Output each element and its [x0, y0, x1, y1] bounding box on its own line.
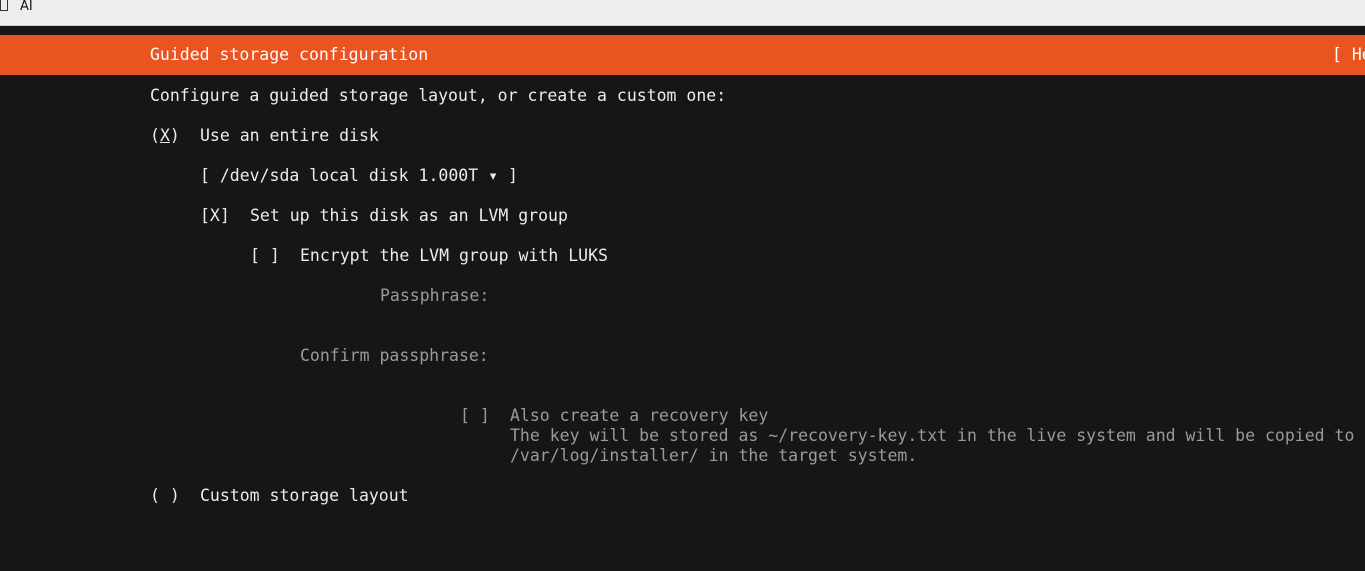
help-button[interactable]: [ He — [1332, 45, 1365, 64]
app-icon — [0, 0, 8, 11]
passphrase-label: Passphrase: — [380, 286, 490, 305]
radio-selected-mark: X — [159, 126, 170, 145]
radio-open: ( — [150, 126, 160, 145]
lvm-label[interactable]: Set up this disk as an LVM group — [250, 206, 568, 226]
confirm-passphrase-input[interactable] — [510, 346, 910, 366]
window-title: AI — [20, 0, 33, 14]
custom-layout-radio[interactable]: ( ) — [150, 486, 180, 506]
entire-disk-label[interactable]: Use an entire disk — [200, 126, 379, 146]
disk-select-dropdown[interactable]: [ /dev/sda local disk 1.000T ▾ ] — [200, 166, 518, 186]
recovery-key-description-1: The key will be stored as ~/recovery-key… — [510, 426, 1355, 445]
recovery-key-description-2: /var/log/installer/ in the target system… — [510, 446, 918, 465]
spacer — [0, 26, 1365, 35]
window-titlebar: AI — [0, 0, 1365, 26]
recovery-key-checkbox[interactable]: [ ] — [460, 406, 490, 426]
custom-layout-label[interactable]: Custom storage layout — [200, 486, 409, 506]
installer-header: Guided storage configuration [ He — [0, 35, 1365, 75]
radio-close: ) — [169, 126, 180, 145]
recovery-key-label[interactable]: Also create a recovery key — [510, 406, 768, 426]
lvm-checkbox[interactable]: [X] — [200, 206, 230, 226]
installer-body: Configure a guided storage layout, or cr… — [0, 75, 1365, 571]
encrypt-label[interactable]: Encrypt the LVM group with LUKS — [300, 246, 608, 266]
intro-text: Configure a guided storage layout, or cr… — [150, 86, 727, 105]
encrypt-checkbox[interactable]: [ ] — [250, 246, 280, 266]
confirm-passphrase-label: Confirm passphrase: — [300, 346, 489, 365]
passphrase-input[interactable] — [510, 286, 910, 306]
entire-disk-radio[interactable]: (X) — [150, 126, 180, 146]
page-title: Guided storage configuration — [150, 45, 429, 64]
